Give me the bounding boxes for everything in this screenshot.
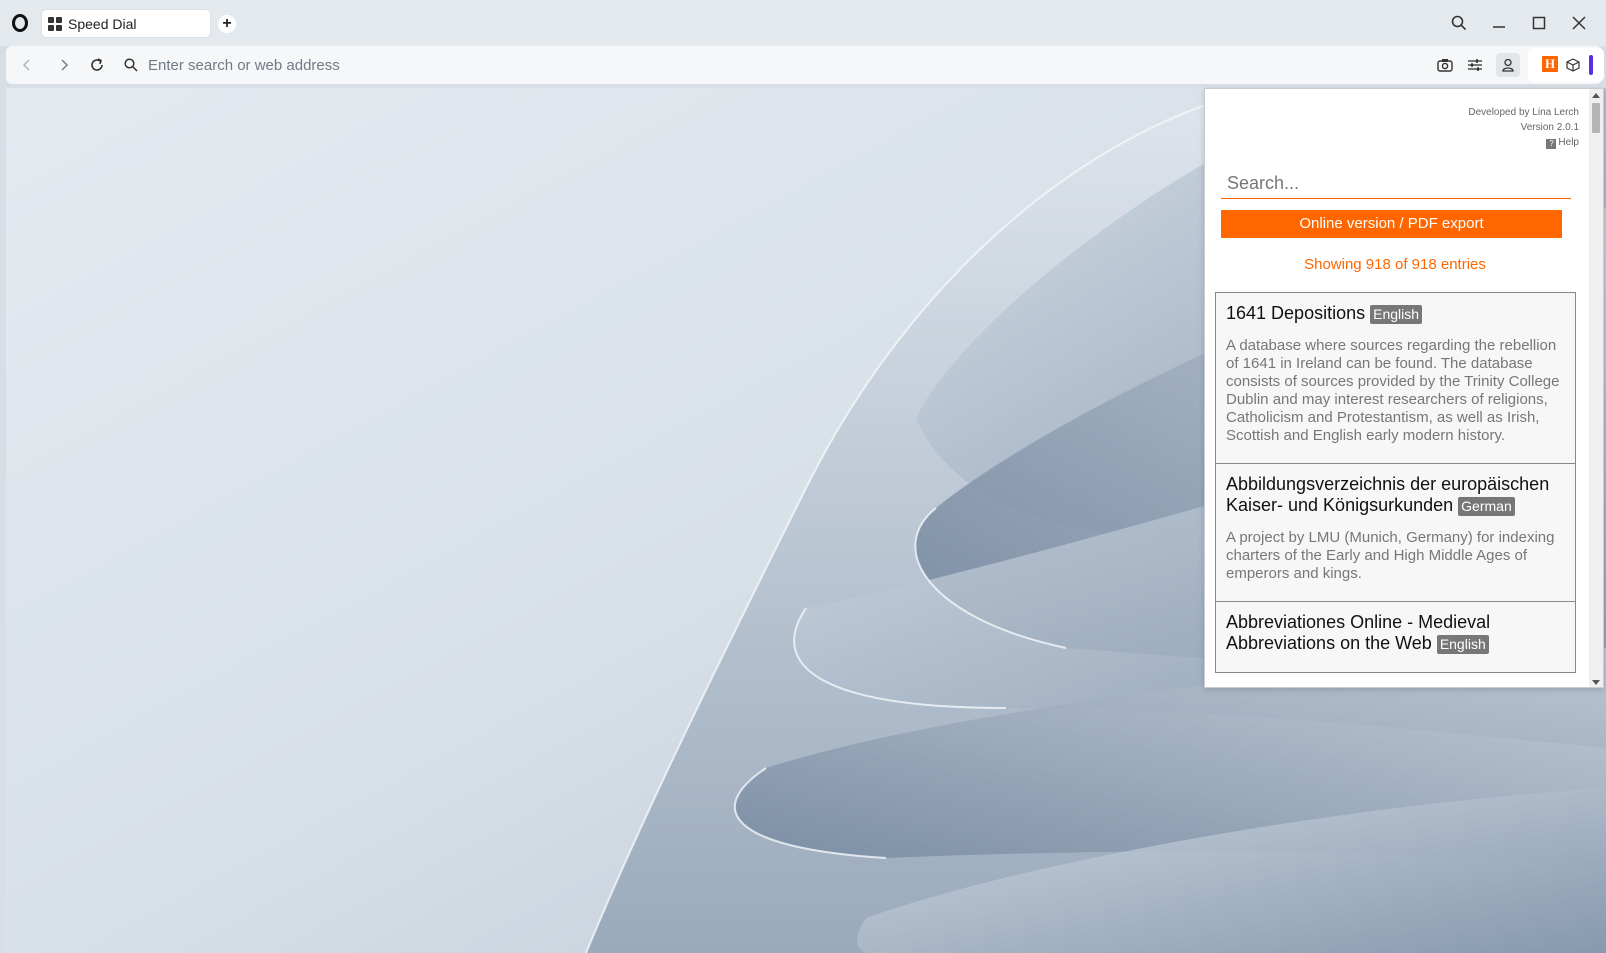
list-item[interactable]: Abbildungsverzeichnis der europäischen K… [1215,463,1576,602]
entry-description: A database where sources regarding the r… [1226,337,1560,444]
title-bar: Speed Dial + [0,0,1606,46]
search-icon [120,54,142,76]
scroll-down-icon[interactable] [1592,680,1600,685]
list-item[interactable]: 1641 Depositions English A database wher… [1215,292,1576,464]
extensions-cube-icon[interactable] [1562,54,1584,76]
help-label[interactable]: Help [1558,137,1579,148]
sidebar-extension-indicator[interactable] [1589,55,1593,75]
language-badge: German [1458,497,1515,516]
back-icon[interactable] [16,54,38,76]
scroll-up-icon[interactable] [1592,93,1600,98]
entry-list: 1641 Depositions English A database wher… [1215,292,1576,673]
h-extension-icon[interactable]: H [1542,56,1558,72]
profile-icon[interactable] [1496,53,1520,77]
language-badge: English [1436,635,1489,654]
address-bar [6,46,1602,84]
easy-setup-icon[interactable] [1464,54,1486,76]
camera-icon[interactable] [1434,54,1456,76]
developer-credit: Developed by Lina Lerch [1468,107,1579,118]
entries-count: Showing 918 of 918 entries [1304,256,1486,273]
entry-title[interactable]: Abbreviationes Online - Medieval Abbrevi… [1226,612,1565,654]
version-label: Version 2.0.1 [1520,122,1579,133]
opera-logo-icon[interactable] [12,14,28,32]
entry-title[interactable]: Abbildungsverzeichnis der europäischen K… [1226,474,1565,516]
search-tabs-icon[interactable] [1446,10,1472,36]
tab-title: Speed Dial [68,15,137,32]
help-link[interactable]: ? Help [1468,135,1579,150]
entry-title-text[interactable]: 1641 Depositions [1226,303,1365,323]
new-tab-button[interactable]: + [218,15,236,33]
speed-dial-icon [48,16,62,31]
entry-description: A project by LMU (Munich, Germany) for i… [1226,529,1555,582]
help-icon: ? [1546,139,1557,149]
developer-info: Developed by Lina Lerch Version 2.0.1 ? H… [1468,105,1579,150]
close-icon[interactable] [1566,10,1592,36]
entry-title[interactable]: 1641 Depositions English [1226,303,1565,324]
popup-scrollbar[interactable] [1589,89,1603,687]
scroll-thumb[interactable] [1592,103,1600,133]
popup-content: Developed by Lina Lerch Version 2.0.1 ? H… [1205,89,1591,687]
list-item[interactable]: Abbreviationes Online - Medieval Abbrevi… [1215,601,1576,673]
maximize-icon[interactable] [1526,10,1552,36]
forward-icon[interactable] [53,54,75,76]
address-input[interactable] [148,52,1348,78]
tab-speed-dial[interactable]: Speed Dial [42,10,210,37]
entry-search-input[interactable] [1221,169,1571,199]
language-badge: English [1370,305,1423,324]
extension-popup: Developed by Lina Lerch Version 2.0.1 ? H… [1204,88,1604,688]
export-button[interactable]: Online version / PDF export [1221,210,1562,238]
minimize-icon[interactable] [1486,10,1512,36]
reload-icon[interactable] [86,54,108,76]
